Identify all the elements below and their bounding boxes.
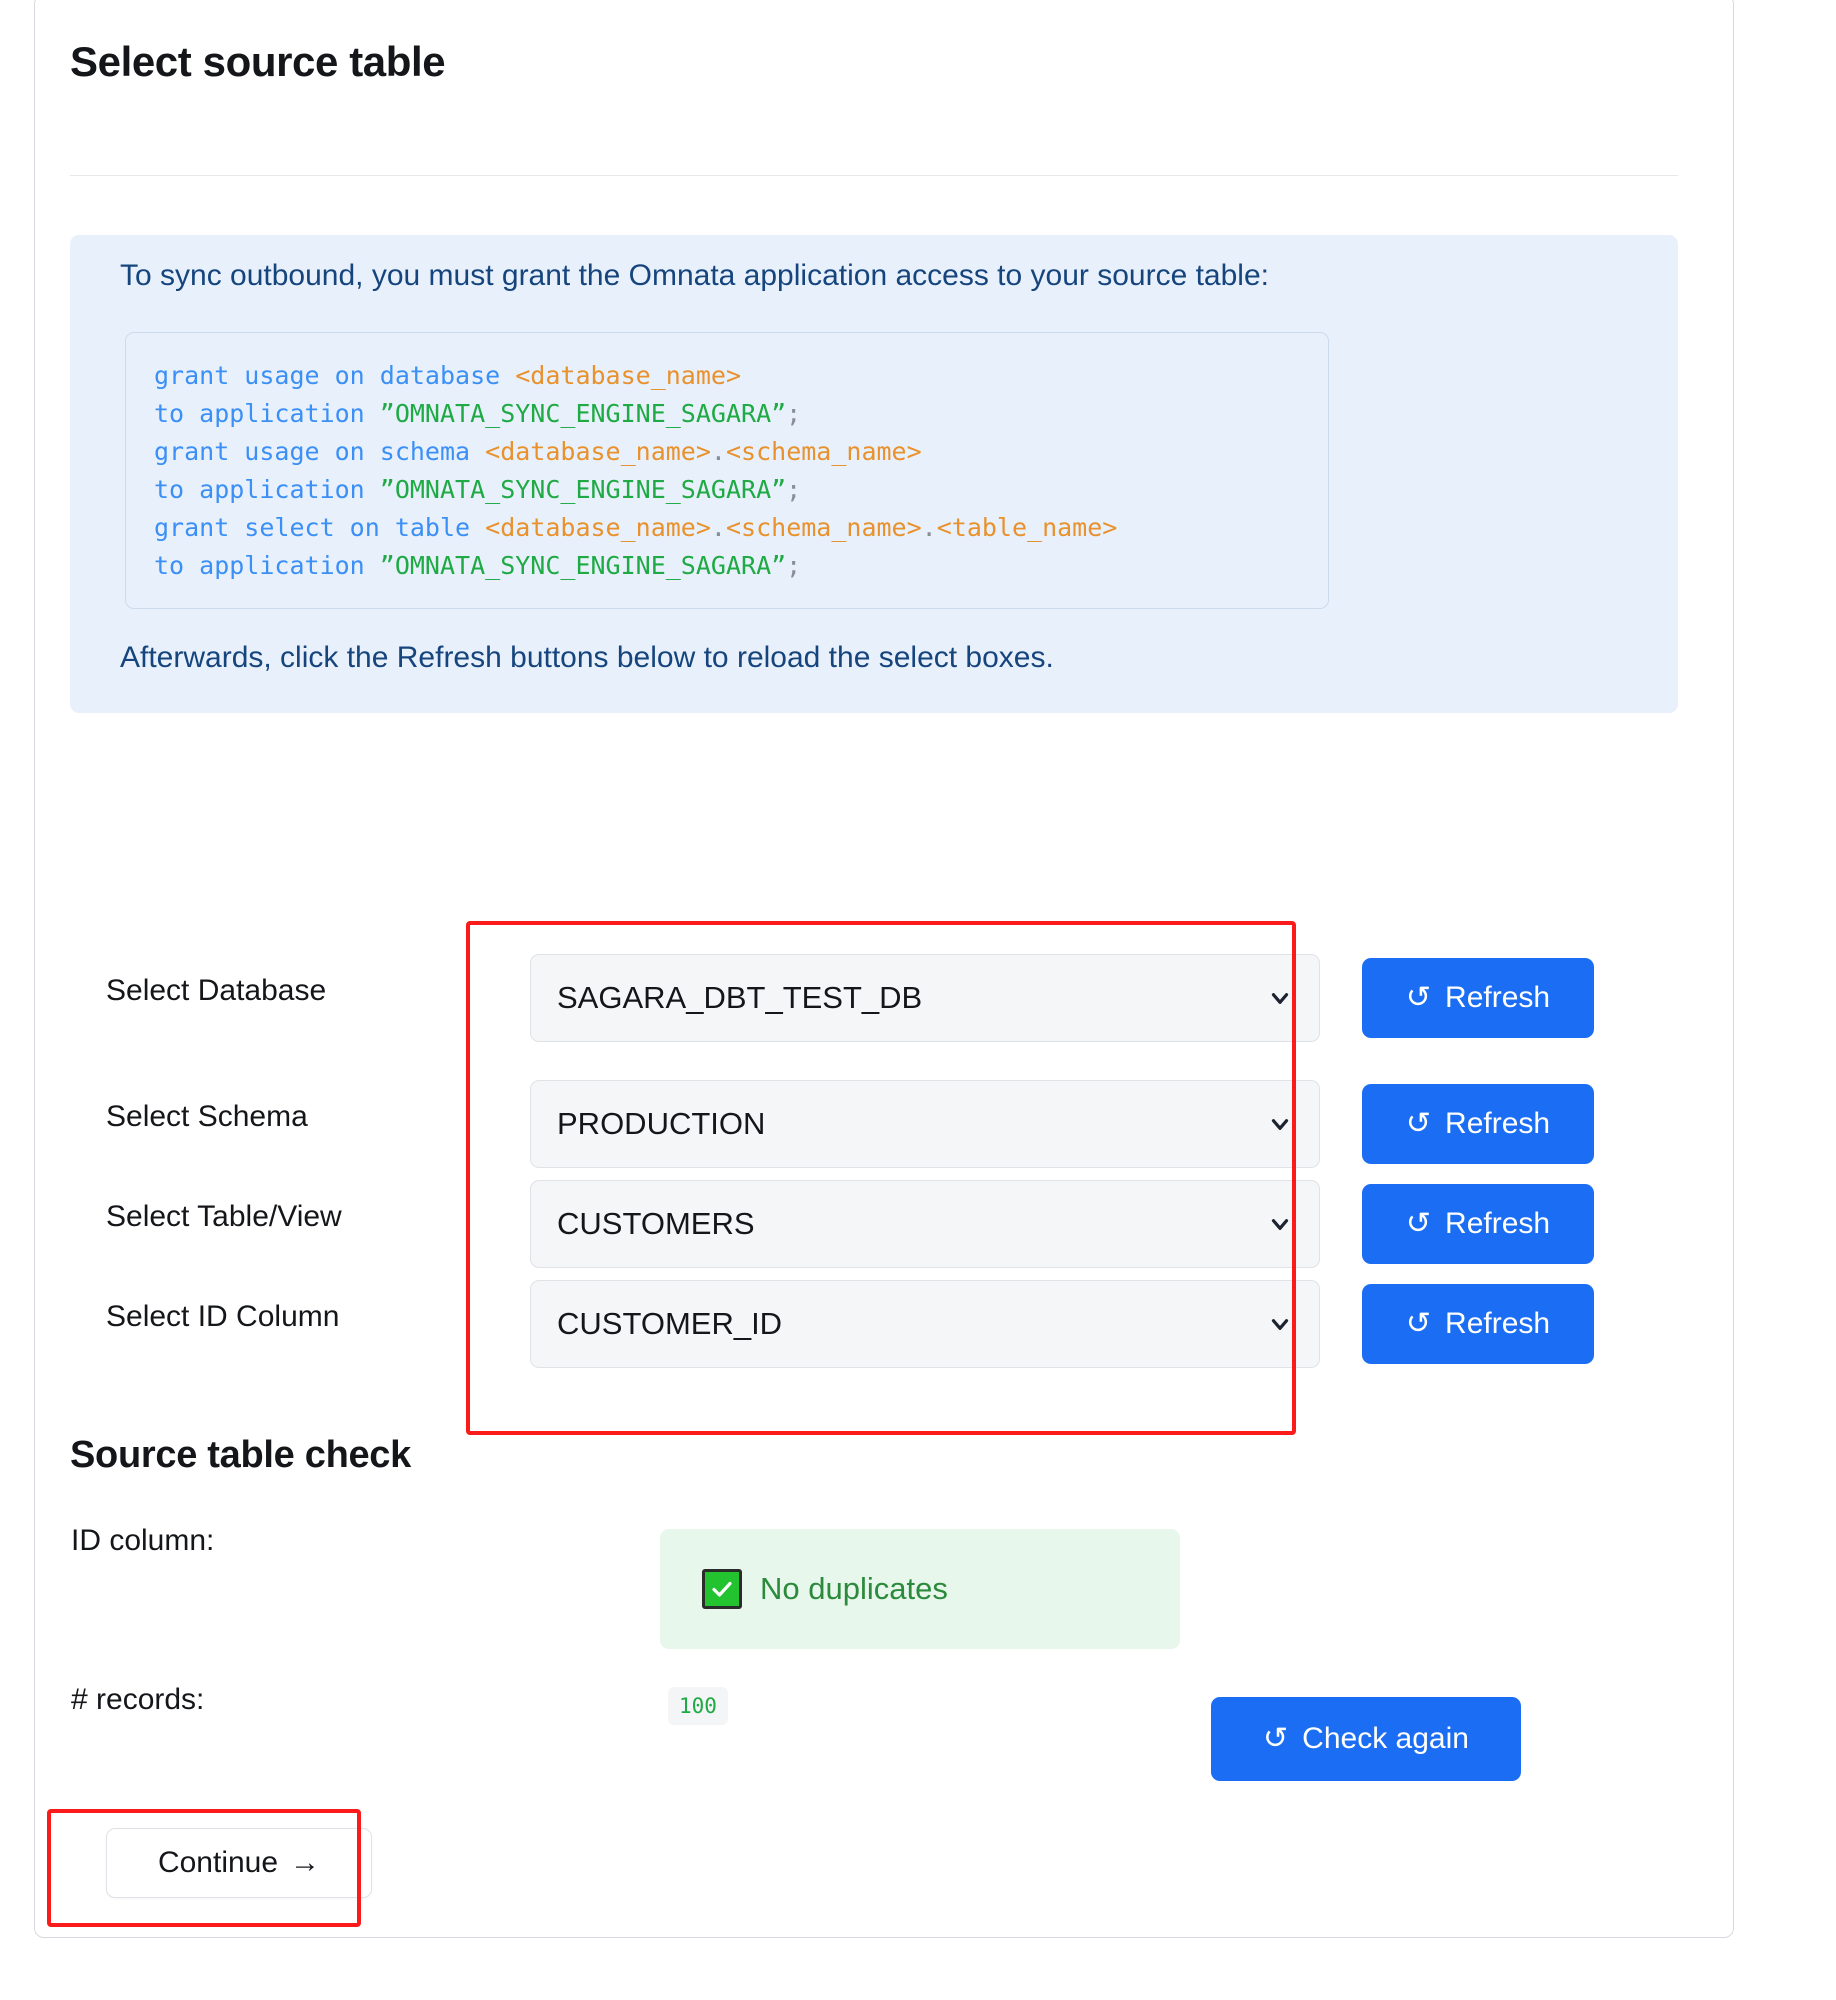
chevron-down-icon — [1267, 985, 1293, 1011]
status-badge-no-duplicates: No duplicates — [660, 1529, 1180, 1649]
chevron-down-icon — [1267, 1111, 1293, 1137]
refresh-icon: ↺ — [1405, 1207, 1432, 1240]
refresh-table-view-button[interactable]: ↺ Refresh — [1362, 1184, 1594, 1264]
status-badge-label: No duplicates — [760, 1571, 948, 1606]
refresh-icon: ↺ — [1405, 1107, 1432, 1140]
refresh-id-column-label: Refresh — [1445, 1307, 1551, 1340]
refresh-database-button[interactable]: ↺ Refresh — [1362, 958, 1594, 1038]
page-content: Select source table To sync outbound, yo… — [35, 0, 1733, 1937]
select-table-view[interactable]: CUSTOMERS — [530, 1180, 1320, 1268]
grant-sql-code: grant usage on database <database_name> … — [154, 361, 1118, 580]
grant-sql-code-block: grant usage on database <database_name> … — [125, 332, 1329, 609]
arrow-right-icon: → — [290, 1846, 321, 1879]
refresh-icon: ↺ — [1405, 981, 1432, 1014]
refresh-id-column-button[interactable]: ↺ Refresh — [1362, 1284, 1594, 1364]
check-again-label: Check again — [1302, 1722, 1469, 1755]
source-table-check-title: Source table check — [70, 1434, 411, 1476]
check-mark-icon — [702, 1569, 742, 1609]
refresh-database-label: Refresh — [1445, 981, 1551, 1014]
refresh-icon: ↺ — [1263, 1722, 1289, 1755]
form-row-database: Select Database SAGARA_DBT_TEST_DB ↺ Ref… — [70, 936, 1678, 1062]
select-id-column-value: CUSTOMER_ID — [557, 1306, 783, 1341]
continue-label: Continue — [157, 1846, 279, 1879]
label-select-database: Select Database — [106, 974, 327, 1007]
refresh-icon: ↺ — [1405, 1307, 1432, 1340]
chevron-down-icon — [1267, 1211, 1293, 1237]
chevron-down-icon — [1267, 1311, 1293, 1337]
grant-instructions-callout: To sync outbound, you must grant the Omn… — [70, 235, 1678, 713]
label-id-column: ID column: — [71, 1524, 215, 1557]
page-title: Select source table — [70, 38, 446, 85]
form-row-id-column: Select ID Column CUSTOMER_ID ↺ Refresh — [70, 1262, 1678, 1388]
label-select-id-column: Select ID Column — [106, 1300, 340, 1333]
callout-outro-text: Afterwards, click the Refresh buttons be… — [120, 641, 1054, 674]
continue-button[interactable]: Continue → — [106, 1828, 372, 1898]
callout-intro-text: To sync outbound, you must grant the Omn… — [120, 259, 1269, 292]
label-select-table-view: Select Table/View — [106, 1200, 342, 1233]
select-schema-value: PRODUCTION — [557, 1106, 766, 1141]
check-again-button[interactable]: ↺ Check again — [1211, 1697, 1521, 1781]
page-frame: Select source table To sync outbound, yo… — [34, 0, 1734, 1938]
label-select-schema: Select Schema — [106, 1100, 308, 1133]
select-database[interactable]: SAGARA_DBT_TEST_DB — [530, 954, 1320, 1042]
title-divider — [70, 175, 1678, 176]
num-records-value: 100 — [668, 1687, 728, 1725]
select-database-value: SAGARA_DBT_TEST_DB — [557, 980, 923, 1015]
select-id-column[interactable]: CUSTOMER_ID — [530, 1280, 1320, 1368]
label-num-records: # records: — [71, 1683, 205, 1716]
refresh-schema-button[interactable]: ↺ Refresh — [1362, 1084, 1594, 1164]
select-table-view-value: CUSTOMERS — [557, 1206, 755, 1241]
refresh-table-view-label: Refresh — [1445, 1207, 1551, 1240]
refresh-schema-label: Refresh — [1445, 1107, 1551, 1140]
select-schema[interactable]: PRODUCTION — [530, 1080, 1320, 1168]
